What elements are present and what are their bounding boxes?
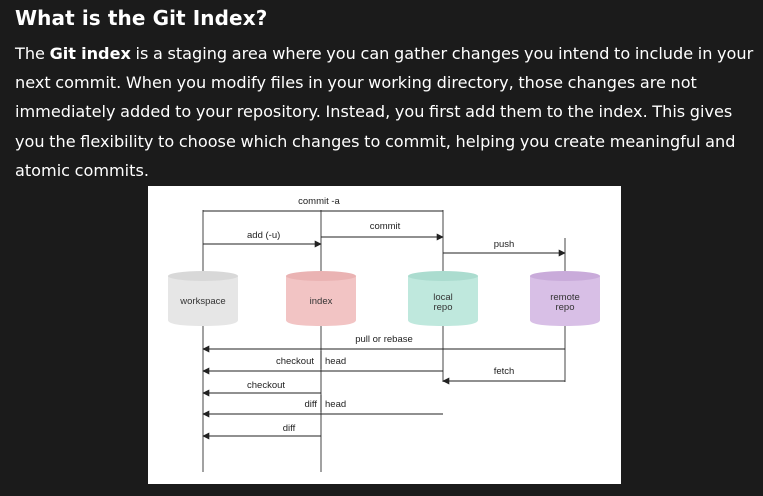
paragraph-prefix: The (15, 44, 50, 63)
push-label: push (494, 239, 515, 250)
workspace-label: workspace (179, 296, 225, 307)
local-repo-cylinder-top (408, 271, 478, 281)
diff-head-label-left: diff (304, 399, 317, 410)
checkout-label: checkout (247, 380, 285, 391)
add-label: add (-u) (247, 230, 280, 241)
store-local-repo: local repo (408, 271, 478, 326)
commit-a-label: commit -a (298, 196, 340, 207)
paragraph-rest: is a staging area where you can gather c… (15, 44, 754, 180)
paragraph-bold-term: Git index (49, 44, 131, 63)
diagram-svg: workspace index local repo remote repo c… (168, 196, 600, 472)
remote-repo-cylinder-top (530, 271, 600, 281)
fetch-label: fetch (494, 366, 515, 377)
local-repo-label-line2: repo (433, 302, 452, 313)
store-remote-repo: remote repo (530, 271, 600, 326)
page: What is the Git Index? The Git index is … (0, 0, 763, 496)
workspace-cylinder-top (168, 271, 238, 281)
commit-label: commit (370, 221, 401, 232)
checkout-head-label-left: checkout (276, 356, 314, 367)
store-index: index (286, 271, 356, 326)
git-index-diagram: workspace index local repo remote repo c… (148, 186, 621, 484)
index-cylinder-top (286, 271, 356, 281)
diff-label: diff (283, 423, 296, 434)
pull-or-rebase-label: pull or rebase (355, 334, 413, 345)
index-label: index (310, 296, 333, 307)
store-workspace: workspace (168, 271, 238, 326)
intro-paragraph: The Git index is a staging area where yo… (15, 39, 757, 185)
checkout-head-label-right: head (325, 356, 346, 367)
remote-repo-label-line2: repo (555, 302, 574, 313)
page-title: What is the Git Index? (15, 6, 268, 30)
diff-head-label-right: head (325, 399, 346, 410)
